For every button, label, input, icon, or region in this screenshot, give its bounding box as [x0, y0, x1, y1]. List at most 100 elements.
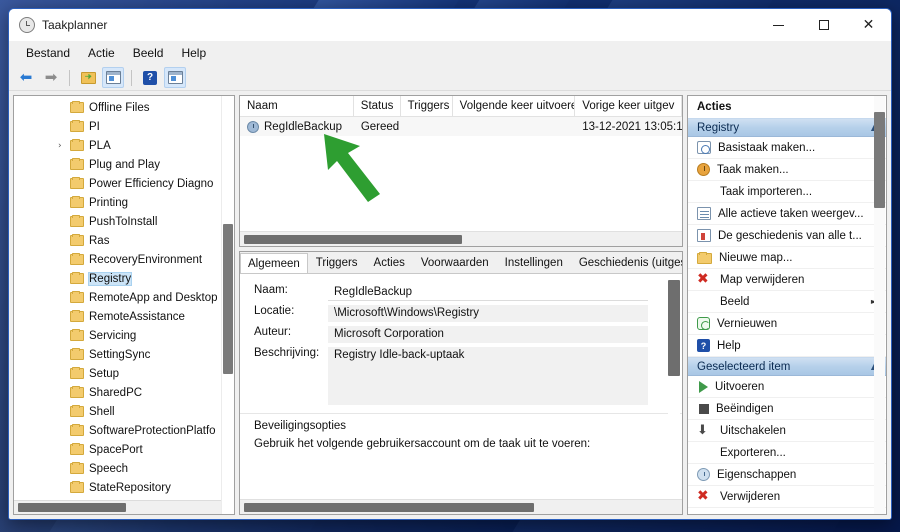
maximize-button[interactable]	[801, 9, 846, 41]
actions-vertical-scrollbar[interactable]	[874, 96, 885, 514]
menu-beeld[interactable]: Beeld	[124, 43, 173, 63]
tree-item-printing[interactable]: Printing	[14, 193, 234, 212]
toolbar-show-panel-button[interactable]	[102, 67, 124, 88]
tree-item-sharedpc[interactable]: SharedPC	[14, 383, 234, 402]
tree-item-pushtoinstall[interactable]: PushToInstall	[14, 212, 234, 231]
task-scheduler-window: Taakplanner ✕ Bestand Actie Beeld Help ⬅…	[8, 8, 892, 520]
tree-item-remoteassistance[interactable]: RemoteAssistance	[14, 307, 234, 326]
tab-voorwaarden[interactable]: Voorwaarden	[413, 252, 497, 273]
action-item-help[interactable]: ? Help	[688, 335, 886, 357]
cell-naam: RegIdleBackup	[240, 120, 354, 133]
tree-scroll-thumb[interactable]	[223, 224, 233, 374]
tree-item-settingsync[interactable]: SettingSync	[14, 345, 234, 364]
tree-item-softwareprotectionplatfo[interactable]: SoftwareProtectionPlatfo	[14, 421, 234, 440]
tree-item-offline-files[interactable]: Offline Files	[14, 98, 234, 117]
tree-item-speech[interactable]: Speech	[14, 459, 234, 478]
task-name-label: RegIdleBackup	[264, 120, 342, 133]
column-header-triggers[interactable]: Triggers	[401, 96, 453, 116]
action-item-uitschakelen[interactable]: ⬇ Uitschakelen	[688, 420, 886, 442]
detail-hscroll-thumb[interactable]	[244, 502, 534, 512]
tab-acties[interactable]: Acties	[366, 252, 413, 273]
tab-triggers[interactable]: Triggers	[308, 252, 366, 273]
folder-icon	[70, 461, 84, 474]
tree-item-power-efficiency-diagno[interactable]: Power Efficiency Diagno	[14, 174, 234, 193]
task-list-hscroll-thumb[interactable]	[244, 234, 462, 244]
tree-item-pi[interactable]: PI	[14, 117, 234, 136]
action-item-uitvoeren[interactable]: Uitvoeren	[688, 376, 886, 398]
tree-item-setup[interactable]: Setup	[14, 364, 234, 383]
tree-item-label: Speech	[89, 462, 129, 475]
menu-bestand[interactable]: Bestand	[17, 43, 79, 63]
action-item-taak-maken[interactable]: Taak maken...	[688, 159, 886, 181]
tree-hscroll-thumb[interactable]	[18, 503, 126, 512]
column-header-vorige-keer-uitgev[interactable]: Vorige keer uitgev	[575, 96, 682, 116]
tree-item-pla[interactable]: › PLA	[14, 136, 234, 155]
detail-field: Locatie: \Microsoft\Windows\Registry	[240, 305, 682, 322]
action-item-be-indigen[interactable]: Beëindigen	[688, 398, 886, 420]
task-list-rows[interactable]: RegIdleBackup Gereed 13-12-2021 13:05:1	[240, 117, 682, 231]
tree-item-recoveryenvironment[interactable]: RecoveryEnvironment	[14, 250, 234, 269]
action-item-verwijderen[interactable]: ✖ Verwijderen	[688, 486, 886, 508]
actions-list[interactable]: Registry▲ Basistaak maken... Taak maken...…	[688, 118, 886, 514]
column-header-status[interactable]: Status	[354, 96, 401, 116]
action-item-nieuwe-map[interactable]: Nieuwe map...	[688, 247, 886, 269]
actions-group-header-registry[interactable]: Registry▲	[688, 118, 886, 137]
detail-horizontal-scrollbar[interactable]	[240, 499, 682, 514]
detail-scroll-thumb[interactable]	[668, 280, 680, 376]
toolbar-help-button[interactable]: ?	[139, 67, 161, 88]
action-item-map-verwijderen[interactable]: ✖ Map verwijderen	[688, 269, 886, 291]
chevron-right-icon[interactable]: ›	[58, 141, 62, 151]
tree-item-spaceport[interactable]: SpacePort	[14, 440, 234, 459]
action-item-taak-importeren[interactable]: Taak importeren...	[688, 181, 886, 203]
delete-folder-icon: ✖	[697, 270, 709, 287]
toolbar-up-folder-button[interactable]	[77, 67, 99, 88]
tree-horizontal-scrollbar[interactable]	[14, 500, 234, 514]
action-item-basistaak-maken[interactable]: Basistaak maken...	[688, 137, 886, 159]
tab-geschiedenis-uitgesch[interactable]: Geschiedenis (uitgesch	[571, 252, 682, 273]
no-icon	[697, 185, 713, 199]
minimize-button[interactable]	[756, 9, 801, 41]
menu-help[interactable]: Help	[172, 43, 215, 63]
tree-item-staterepository[interactable]: StateRepository	[14, 478, 234, 497]
folder-icon	[70, 119, 84, 132]
action-item-vernieuwen[interactable]: Vernieuwen	[688, 313, 886, 335]
tree-item-registry[interactable]: Registry	[14, 269, 234, 288]
column-header-naam[interactable]: Naam	[240, 96, 354, 116]
actions-group-header-geselecteerd-item[interactable]: Geselecteerd item▲	[688, 357, 886, 376]
tree-vertical-scrollbar[interactable]	[221, 96, 234, 514]
history-icon	[697, 229, 711, 242]
menu-actie[interactable]: Actie	[79, 43, 124, 63]
folder-icon	[70, 157, 84, 170]
toolbar-action-pane-button[interactable]	[164, 67, 186, 88]
tab-algemeen[interactable]: Algemeen	[240, 253, 308, 273]
action-item-alle-actieve-taken-weergev[interactable]: Alle actieve taken weergev...	[688, 203, 886, 225]
actions-scroll-thumb[interactable]	[874, 112, 885, 208]
tree-item-label: PLA	[89, 139, 111, 152]
detail-vertical-scrollbar[interactable]	[668, 280, 680, 475]
task-list-horizontal-scrollbar[interactable]	[240, 231, 682, 246]
action-item-beeld[interactable]: Beeld►	[688, 291, 886, 313]
panel-icon	[167, 71, 183, 84]
action-item-label: Map verwijderen	[720, 273, 805, 286]
security-section-title: Beveiligingsopties	[240, 413, 682, 436]
action-item-exporteren[interactable]: Exporteren...	[688, 442, 886, 464]
toolbar-forward-button[interactable]: ➡	[40, 67, 62, 88]
tree-item-storage-tiers-managem[interactable]: Storage Tiers Managem	[14, 497, 234, 500]
table-row[interactable]: RegIdleBackup Gereed 13-12-2021 13:05:1	[240, 117, 682, 136]
tree-item-ras[interactable]: Ras	[14, 231, 234, 250]
folder-tree[interactable]: Offline Files PI › PLA Plug and Play Power Ef…	[14, 96, 234, 500]
tab-instellingen[interactable]: Instellingen	[497, 252, 571, 273]
tree-item-shell[interactable]: Shell	[14, 402, 234, 421]
no-icon	[697, 295, 713, 309]
tree-item-label: StateRepository	[89, 481, 171, 494]
tree-item-servicing[interactable]: Servicing	[14, 326, 234, 345]
toolbar-back-button[interactable]: ⬅	[15, 67, 37, 88]
action-item-eigenschappen[interactable]: Eigenschappen	[688, 464, 886, 486]
column-header-volgende-keer-uitvoeren[interactable]: Volgende keer uitvoeren	[453, 96, 576, 116]
close-button[interactable]: ✕	[846, 9, 891, 41]
title-bar: Taakplanner ✕	[9, 9, 891, 41]
tree-item-label: Setup	[89, 367, 120, 380]
action-item-de-geschiedenis-van-alle-t[interactable]: De geschiedenis van alle t...	[688, 225, 886, 247]
tree-item-remoteapp-and-desktop[interactable]: RemoteApp and Desktop	[14, 288, 234, 307]
tree-item-plug-and-play[interactable]: Plug and Play	[14, 155, 234, 174]
